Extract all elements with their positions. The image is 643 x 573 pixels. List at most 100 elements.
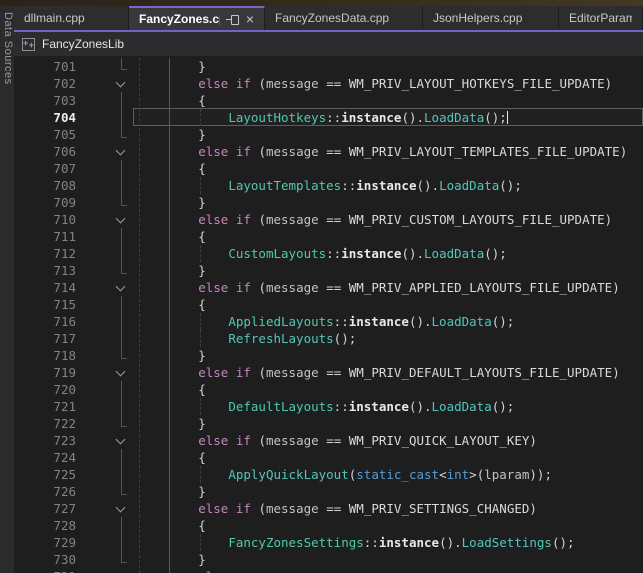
- code-text[interactable]: {: [138, 449, 206, 466]
- project-name[interactable]: FancyZonesLib: [42, 37, 124, 51]
- code-text[interactable]: else if (message == WM_PRIV_LAYOUT_HOTKE…: [138, 75, 612, 92]
- code-row: 721 DefaultLayouts::instance().LoadData(…: [14, 398, 643, 415]
- tab-dllmain-cpp[interactable]: dllmain.cpp: [14, 6, 129, 30]
- code-row: 730 }: [14, 551, 643, 568]
- code-text[interactable]: {: [138, 92, 206, 109]
- code-row: 718 }: [14, 347, 643, 364]
- line-number: 714: [14, 279, 76, 296]
- fold-collapse-icon[interactable]: [116, 367, 126, 377]
- fold-region-line: [121, 330, 122, 347]
- fold-region-line: [121, 466, 122, 483]
- line-number: 704: [14, 109, 76, 126]
- tab-fancyzonesdata-cpp[interactable]: FancyZonesData.cpp: [265, 6, 423, 30]
- fold-region-end: [121, 262, 127, 274]
- line-number: 709: [14, 194, 76, 211]
- line-number: 731: [14, 568, 76, 573]
- code-text[interactable]: ApplyQuickLayout(static_cast<int>(lparam…: [138, 466, 552, 483]
- code-row: 709 }: [14, 194, 643, 211]
- code-text[interactable]: RefreshLayouts();: [138, 330, 356, 347]
- code-text[interactable]: }: [138, 347, 206, 364]
- line-number: 721: [14, 398, 76, 415]
- data-sources-tool-tab[interactable]: Data Sources: [0, 6, 14, 573]
- fold-collapse-icon[interactable]: [116, 214, 126, 224]
- code-row: 701 }: [14, 58, 643, 75]
- line-number: 716: [14, 313, 76, 330]
- tab-editorparamete[interactable]: EditorParamete: [559, 6, 643, 30]
- fold-region-end: [121, 194, 127, 206]
- code-text[interactable]: {: [138, 228, 206, 245]
- code-text[interactable]: LayoutTemplates::instance().LoadData();: [138, 177, 522, 194]
- fold-region-end: [121, 58, 127, 70]
- tab-jsonhelpers-cpp[interactable]: JsonHelpers.cpp: [423, 6, 559, 30]
- code-row: 714 else if (message == WM_PRIV_APPLIED_…: [14, 279, 643, 296]
- fold-collapse-icon[interactable]: [116, 282, 126, 292]
- code-row: 717 RefreshLayouts();: [14, 330, 643, 347]
- code-text[interactable]: }: [138, 262, 206, 279]
- code-row: 712 CustomLayouts::instance().LoadData()…: [14, 245, 643, 262]
- code-text[interactable]: {: [138, 160, 206, 177]
- tab-label: JsonHelpers.cpp: [433, 11, 522, 25]
- pin-icon[interactable]: [226, 13, 240, 25]
- line-number: 718: [14, 347, 76, 364]
- code-editor[interactable]: 701 }702 else if (message == WM_PRIV_LAY…: [14, 56, 643, 573]
- code-text[interactable]: }: [138, 194, 206, 211]
- navigation-bar[interactable]: ++ FancyZonesLib: [14, 32, 643, 56]
- fold-region-line: [121, 109, 122, 126]
- code-lines: 701 }702 else if (message == WM_PRIV_LAY…: [14, 58, 643, 573]
- code-text[interactable]: FancyZonesSettings::instance().LoadSetti…: [138, 534, 575, 551]
- line-number: 707: [14, 160, 76, 177]
- tab-label: dllmain.cpp: [24, 11, 85, 25]
- fold-region-line: [121, 228, 122, 245]
- code-text[interactable]: else if (message == WM_PRIV_APPLIED_LAYO…: [138, 279, 620, 296]
- code-text[interactable]: AppliedLayouts::instance().LoadData();: [138, 313, 514, 330]
- code-text[interactable]: else if (message == WM_PRIV_SETTINGS_CHA…: [138, 500, 537, 517]
- code-text[interactable]: {: [138, 296, 206, 313]
- tab-label: FancyZonesData.cpp: [275, 11, 389, 25]
- cpp-project-icon: ++: [22, 38, 35, 51]
- line-number: 725: [14, 466, 76, 483]
- fold-region-end: [121, 415, 127, 427]
- code-text[interactable]: else if (message == WM_PRIV_QUICK_LAYOUT…: [138, 432, 537, 449]
- code-row: 705 }: [14, 126, 643, 143]
- code-row: 708 LayoutTemplates::instance().LoadData…: [14, 177, 643, 194]
- code-row: 723 else if (message == WM_PRIV_QUICK_LA…: [14, 432, 643, 449]
- code-text[interactable]: }: [138, 483, 206, 500]
- code-text[interactable]: }: [138, 551, 206, 568]
- code-text[interactable]: }: [138, 58, 206, 75]
- code-text[interactable]: {: [138, 517, 206, 534]
- line-number: 720: [14, 381, 76, 398]
- code-row: 724 {: [14, 449, 643, 466]
- tab-label: EditorParamete: [569, 11, 632, 25]
- fold-collapse-icon[interactable]: [116, 435, 126, 445]
- code-text[interactable]: DefaultLayouts::instance().LoadData();: [138, 398, 514, 415]
- code-row: 729 FancyZonesSettings::instance().LoadS…: [14, 534, 643, 551]
- fold-collapse-icon[interactable]: [116, 503, 126, 513]
- code-row: 703 {: [14, 92, 643, 109]
- code-text[interactable]: else if (message == WM_PRIV_LAYOUT_TEMPL…: [138, 143, 627, 160]
- line-number: 726: [14, 483, 76, 500]
- code-text[interactable]: CustomLayouts::instance().LoadData();: [138, 245, 507, 262]
- code-row: 731 else: [14, 568, 643, 573]
- fold-region-line: [121, 160, 122, 177]
- line-number: 710: [14, 211, 76, 228]
- fold-collapse-icon[interactable]: [116, 78, 126, 88]
- code-text[interactable]: else: [138, 568, 228, 573]
- code-text[interactable]: }: [138, 126, 206, 143]
- fold-region-line: [121, 381, 122, 398]
- data-sources-label: Data Sources: [0, 12, 14, 85]
- fold-region-end: [121, 126, 127, 138]
- code-text[interactable]: else if (message == WM_PRIV_CUSTOM_LAYOU…: [138, 211, 612, 228]
- code-text[interactable]: }: [138, 415, 206, 432]
- close-icon[interactable]: ×: [246, 13, 254, 25]
- code-row: 727 else if (message == WM_PRIV_SETTINGS…: [14, 500, 643, 517]
- code-text[interactable]: LayoutHotkeys::instance().LoadData();: [138, 109, 508, 126]
- fold-region-line: [121, 245, 122, 262]
- code-text[interactable]: {: [138, 381, 206, 398]
- code-row: 704 LayoutHotkeys::instance().LoadData()…: [14, 109, 643, 126]
- tab-fancyzones-cpp[interactable]: FancyZones.cpp×: [129, 6, 265, 30]
- code-text[interactable]: else if (message == WM_PRIV_DEFAULT_LAYO…: [138, 364, 620, 381]
- line-number: 701: [14, 58, 76, 75]
- fold-region-line: [121, 517, 122, 534]
- fold-collapse-icon[interactable]: [116, 146, 126, 156]
- code-row: 707 {: [14, 160, 643, 177]
